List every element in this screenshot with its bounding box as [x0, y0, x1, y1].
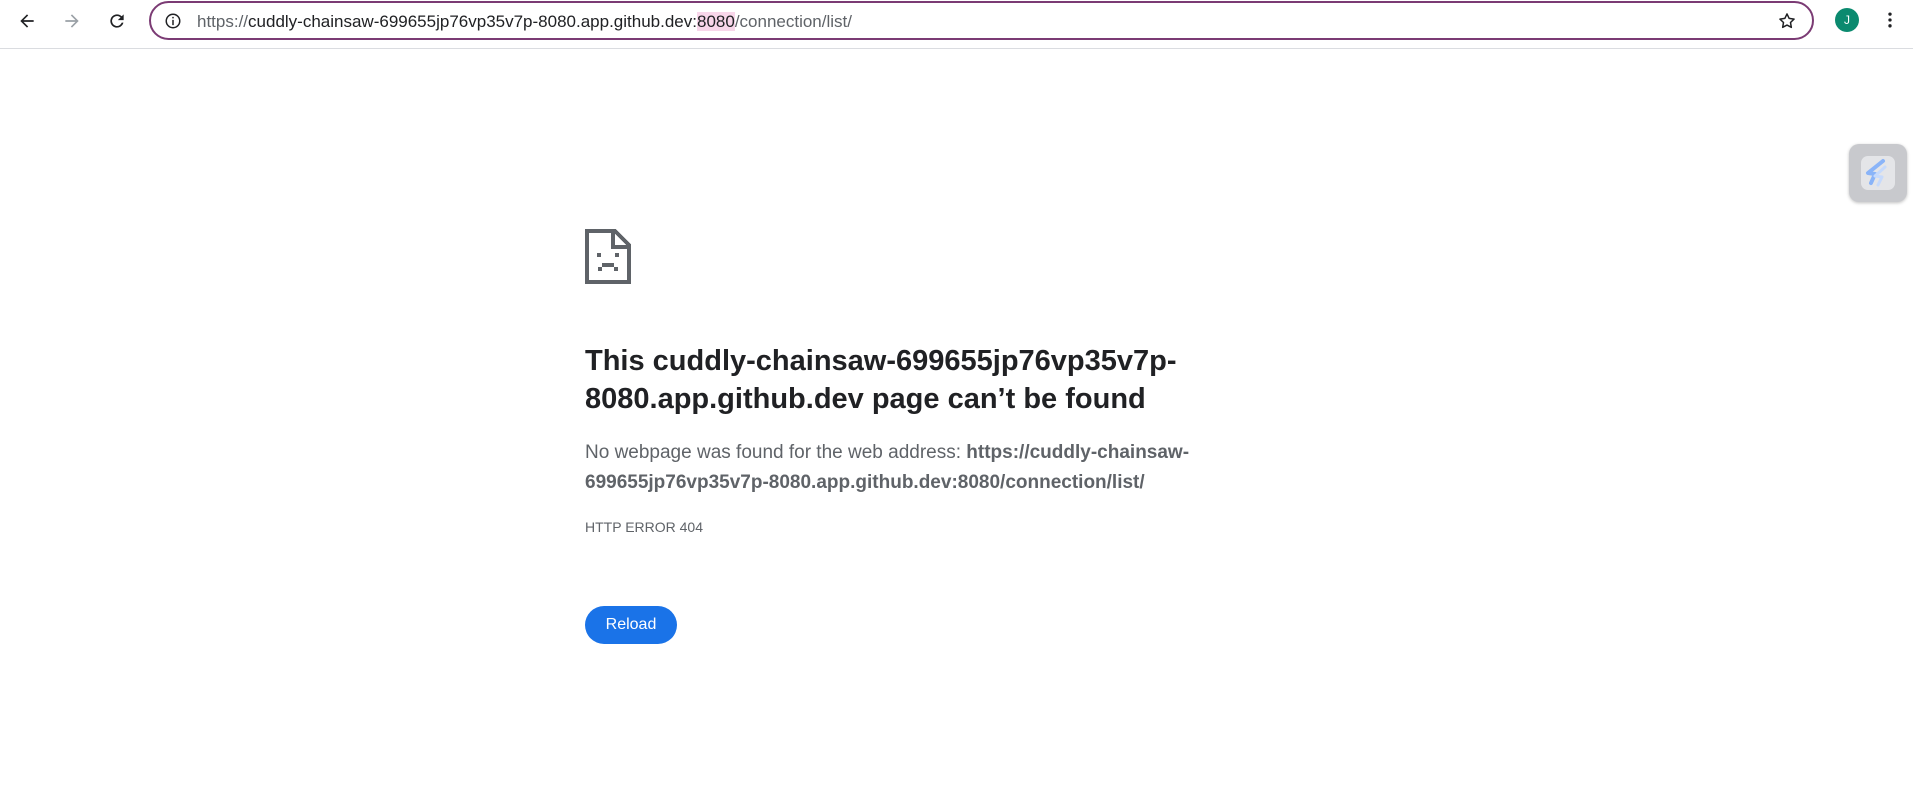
info-icon[interactable]	[163, 11, 183, 31]
star-icon[interactable]	[1776, 10, 1798, 32]
url-text[interactable]: https://cuddly-chainsaw-699655jp76vp35v7…	[197, 12, 852, 32]
error-description: No webpage was found for the web address…	[585, 438, 1205, 498]
reload-button[interactable]: Reload	[585, 606, 677, 644]
error-code: HTTP ERROR 404	[585, 519, 703, 535]
forward-button[interactable]	[55, 4, 89, 38]
arrow-left-icon	[20, 14, 34, 28]
error-description-prefix: No webpage was found for the web address…	[585, 442, 967, 463]
address-bar[interactable]: https://cuddly-chainsaw-699655jp76vp35v7…	[149, 1, 1814, 40]
url-path: /connection/list/	[734, 12, 852, 31]
sad-page-icon	[585, 229, 631, 284]
url-scheme: https://	[197, 12, 249, 31]
back-button[interactable]	[10, 4, 44, 38]
error-title: This cuddly-chainsaw-699655jp76vp35v7p-8…	[585, 345, 1177, 415]
kebab-menu-icon[interactable]	[1876, 6, 1904, 34]
extension-icon[interactable]	[1849, 144, 1907, 202]
url-host: cuddly-chainsaw-699655jp76vp35v7p-8080.a…	[248, 12, 697, 31]
arrow-right-icon	[65, 14, 79, 28]
reload-icon	[110, 14, 124, 28]
reload-nav-button[interactable]	[100, 4, 134, 38]
browser-toolbar: https://cuddly-chainsaw-699655jp76vp35v7…	[0, 0, 1913, 49]
profile-avatar[interactable]: J	[1835, 8, 1859, 32]
url-port: 8080	[696, 12, 735, 31]
